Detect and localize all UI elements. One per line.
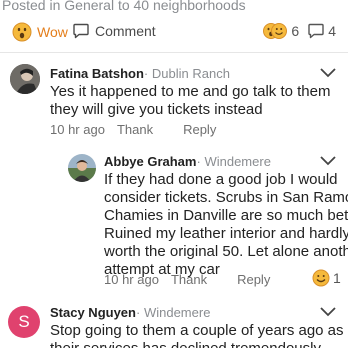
avatar[interactable]: S xyxy=(8,306,40,338)
avatar-letter: S xyxy=(18,312,30,331)
reactions-count: 6 xyxy=(291,23,300,39)
reaction-count: 1 xyxy=(333,270,341,286)
comment-text: Stop going to them a couple of years ago… xyxy=(50,322,344,348)
comment-author-line: Stacy Nguyen· Windemere xyxy=(50,305,210,320)
wow-label: Wow xyxy=(37,24,68,40)
posted-in-text: Posted in General to 40 neighborhoods xyxy=(2,0,246,13)
author-name[interactable]: Fatina Batshon xyxy=(50,66,144,81)
comments-count-icon xyxy=(308,23,324,39)
avatar-photo xyxy=(10,64,40,94)
avatar[interactable] xyxy=(10,64,40,94)
comment-reaction[interactable]: 1 xyxy=(312,269,341,287)
comment-line: Chamies in Danville are so much better xyxy=(104,207,348,224)
post-action-bar: Wow Comment 6 4 xyxy=(0,20,348,48)
comment-line: Stop going to them a couple of years ago… xyxy=(50,322,344,339)
reaction-emojis-icon[interactable] xyxy=(262,22,288,40)
post-comments-screen: Posted in General to 40 neighborhoods Wo… xyxy=(0,0,348,348)
comment-text: If they had done a good job I would cons… xyxy=(104,171,348,279)
separator-dot: · xyxy=(135,305,141,320)
wow-button[interactable]: Wow xyxy=(12,22,68,42)
comment-author-line: Fatina Batshon· Dublin Ranch xyxy=(50,66,230,81)
chevron-down-icon[interactable] xyxy=(318,305,338,319)
separator-dot: · xyxy=(143,66,149,81)
post-stats: 6 4 xyxy=(262,22,336,40)
avatar-photo xyxy=(68,154,96,182)
wow-emoji-icon xyxy=(12,22,32,42)
comment-item: Fatina Batshon· Dublin Ranch Yes it happ… xyxy=(0,60,348,140)
comment-label: Comment xyxy=(95,23,156,39)
comment-meta: 10 hr ago Thank Reply xyxy=(104,272,270,287)
author-neighborhood[interactable]: Windemere xyxy=(144,305,210,320)
author-neighborhood[interactable]: Windemere xyxy=(204,154,270,169)
avatar[interactable] xyxy=(68,154,96,182)
thank-button[interactable]: Thank xyxy=(171,272,207,287)
comment-author-line: Abbye Graham· Windemere xyxy=(104,154,271,169)
comment-line: Ruined my leather interior and hardly xyxy=(104,225,348,242)
author-name[interactable]: Stacy Nguyen xyxy=(50,305,136,320)
smile-emoji-icon xyxy=(312,269,330,287)
comment-line: If they had done a good job I would xyxy=(104,171,338,188)
reply-button[interactable]: Reply xyxy=(237,272,270,287)
comment-line: consider tickets. Scrubs in San Ramon or xyxy=(104,189,348,206)
comment-time: 10 hr ago xyxy=(50,122,105,137)
reply-button[interactable]: Reply xyxy=(183,122,216,137)
author-neighborhood[interactable]: Dublin Ranch xyxy=(152,66,230,81)
comment-time: 10 hr ago xyxy=(104,272,159,287)
separator-dot: · xyxy=(196,154,201,169)
comment-line: Yes it happened to me and go talk to the… xyxy=(50,83,331,100)
comment-button[interactable]: Comment xyxy=(72,22,156,40)
comment-meta: 10 hr ago Thank Reply xyxy=(50,122,216,137)
comment-line: worth the original 50. Let alone another xyxy=(104,243,348,260)
speech-bubble-icon xyxy=(73,23,89,39)
chevron-down-icon[interactable] xyxy=(318,154,338,168)
comment-text: Yes it happened to me and go talk to the… xyxy=(50,83,330,119)
divider xyxy=(0,52,348,53)
comment-line: their services has declined tremendously xyxy=(50,340,344,348)
comment-line: they will give you tickets instead xyxy=(50,101,263,118)
comments-count: 4 xyxy=(328,23,336,39)
chevron-down-icon[interactable] xyxy=(318,66,338,80)
author-name[interactable]: Abbye Graham xyxy=(104,154,196,169)
comment-item: S Stacy Nguyen· Windemere Stop going to … xyxy=(0,300,348,348)
comment-item: Abbye Graham· Windemere If they had done… xyxy=(0,148,348,294)
thank-button[interactable]: Thank xyxy=(117,122,153,137)
